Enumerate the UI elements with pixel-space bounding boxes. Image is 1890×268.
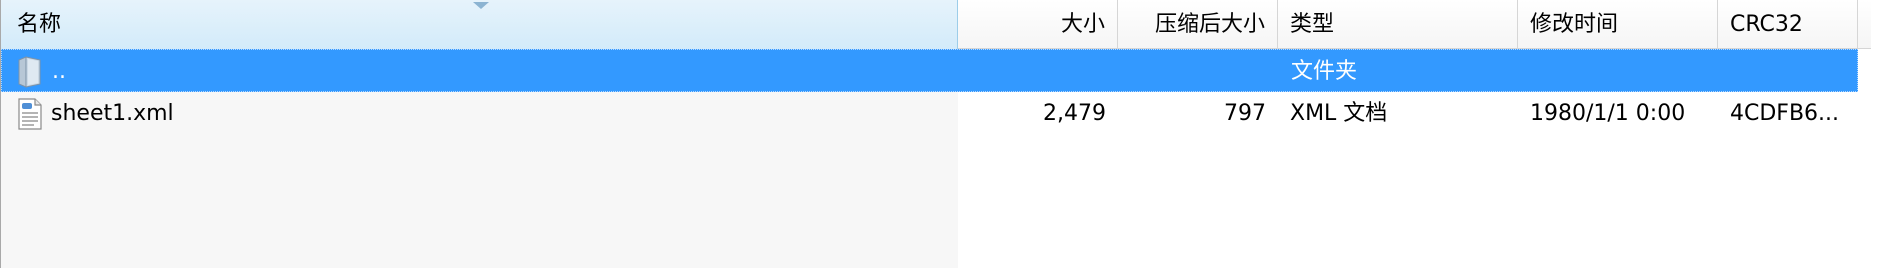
column-header-crc32[interactable]: CRC32 — [1718, 0, 1858, 49]
item-size: 2,479 — [1043, 101, 1106, 126]
column-header-type-label: 类型 — [1290, 12, 1335, 37]
column-header-packed-size-label: 压缩后大小 — [1154, 12, 1265, 37]
folder-up-icon — [16, 56, 46, 88]
column-header-name[interactable]: 名称 — [1, 0, 958, 49]
xml-file-icon — [15, 98, 45, 130]
column-header-size[interactable]: 大小 — [958, 0, 1118, 49]
column-header-size-label: 大小 — [1060, 12, 1105, 37]
item-modified — [1531, 50, 1719, 93]
item-crc32 — [1731, 50, 1859, 93]
column-header-modified[interactable]: 修改时间 — [1518, 0, 1718, 49]
item-name: sheet1.xml — [51, 101, 174, 126]
list-item-file[interactable]: sheet1.xml 2,479 797 XML 文档 1980/1/1 0:0… — [1, 92, 1858, 135]
item-name: .. — [52, 59, 66, 84]
column-header-crc32-label: CRC32 — [1730, 12, 1803, 37]
item-modified: 1980/1/1 0:00 — [1530, 101, 1686, 126]
item-packed-size: 797 — [1224, 101, 1266, 126]
pane-right-edge — [1871, 0, 1890, 268]
item-type: 文件夹 — [1291, 59, 1358, 84]
column-header-packed-size[interactable]: 压缩后大小 — [1118, 0, 1278, 49]
item-type: XML 文档 — [1290, 101, 1388, 126]
column-header-modified-label: 修改时间 — [1530, 12, 1619, 37]
column-header-type[interactable]: 类型 — [1278, 0, 1518, 49]
sort-descending-icon — [473, 2, 489, 9]
list-item-parent-folder[interactable]: .. 文件夹 — [1, 49, 1858, 92]
item-packed-size — [1119, 50, 1267, 93]
file-list-pane: 名称 大小 压缩后大小 类型 修改时间 CRC32 .. 文件夹 sheet1.… — [0, 0, 1890, 268]
column-header-bar: 名称 大小 压缩后大小 类型 修改时间 CRC32 — [1, 0, 1890, 49]
item-size — [959, 50, 1107, 93]
column-header-name-label: 名称 — [17, 12, 62, 37]
item-crc32: 4CDFB6... — [1730, 101, 1840, 126]
